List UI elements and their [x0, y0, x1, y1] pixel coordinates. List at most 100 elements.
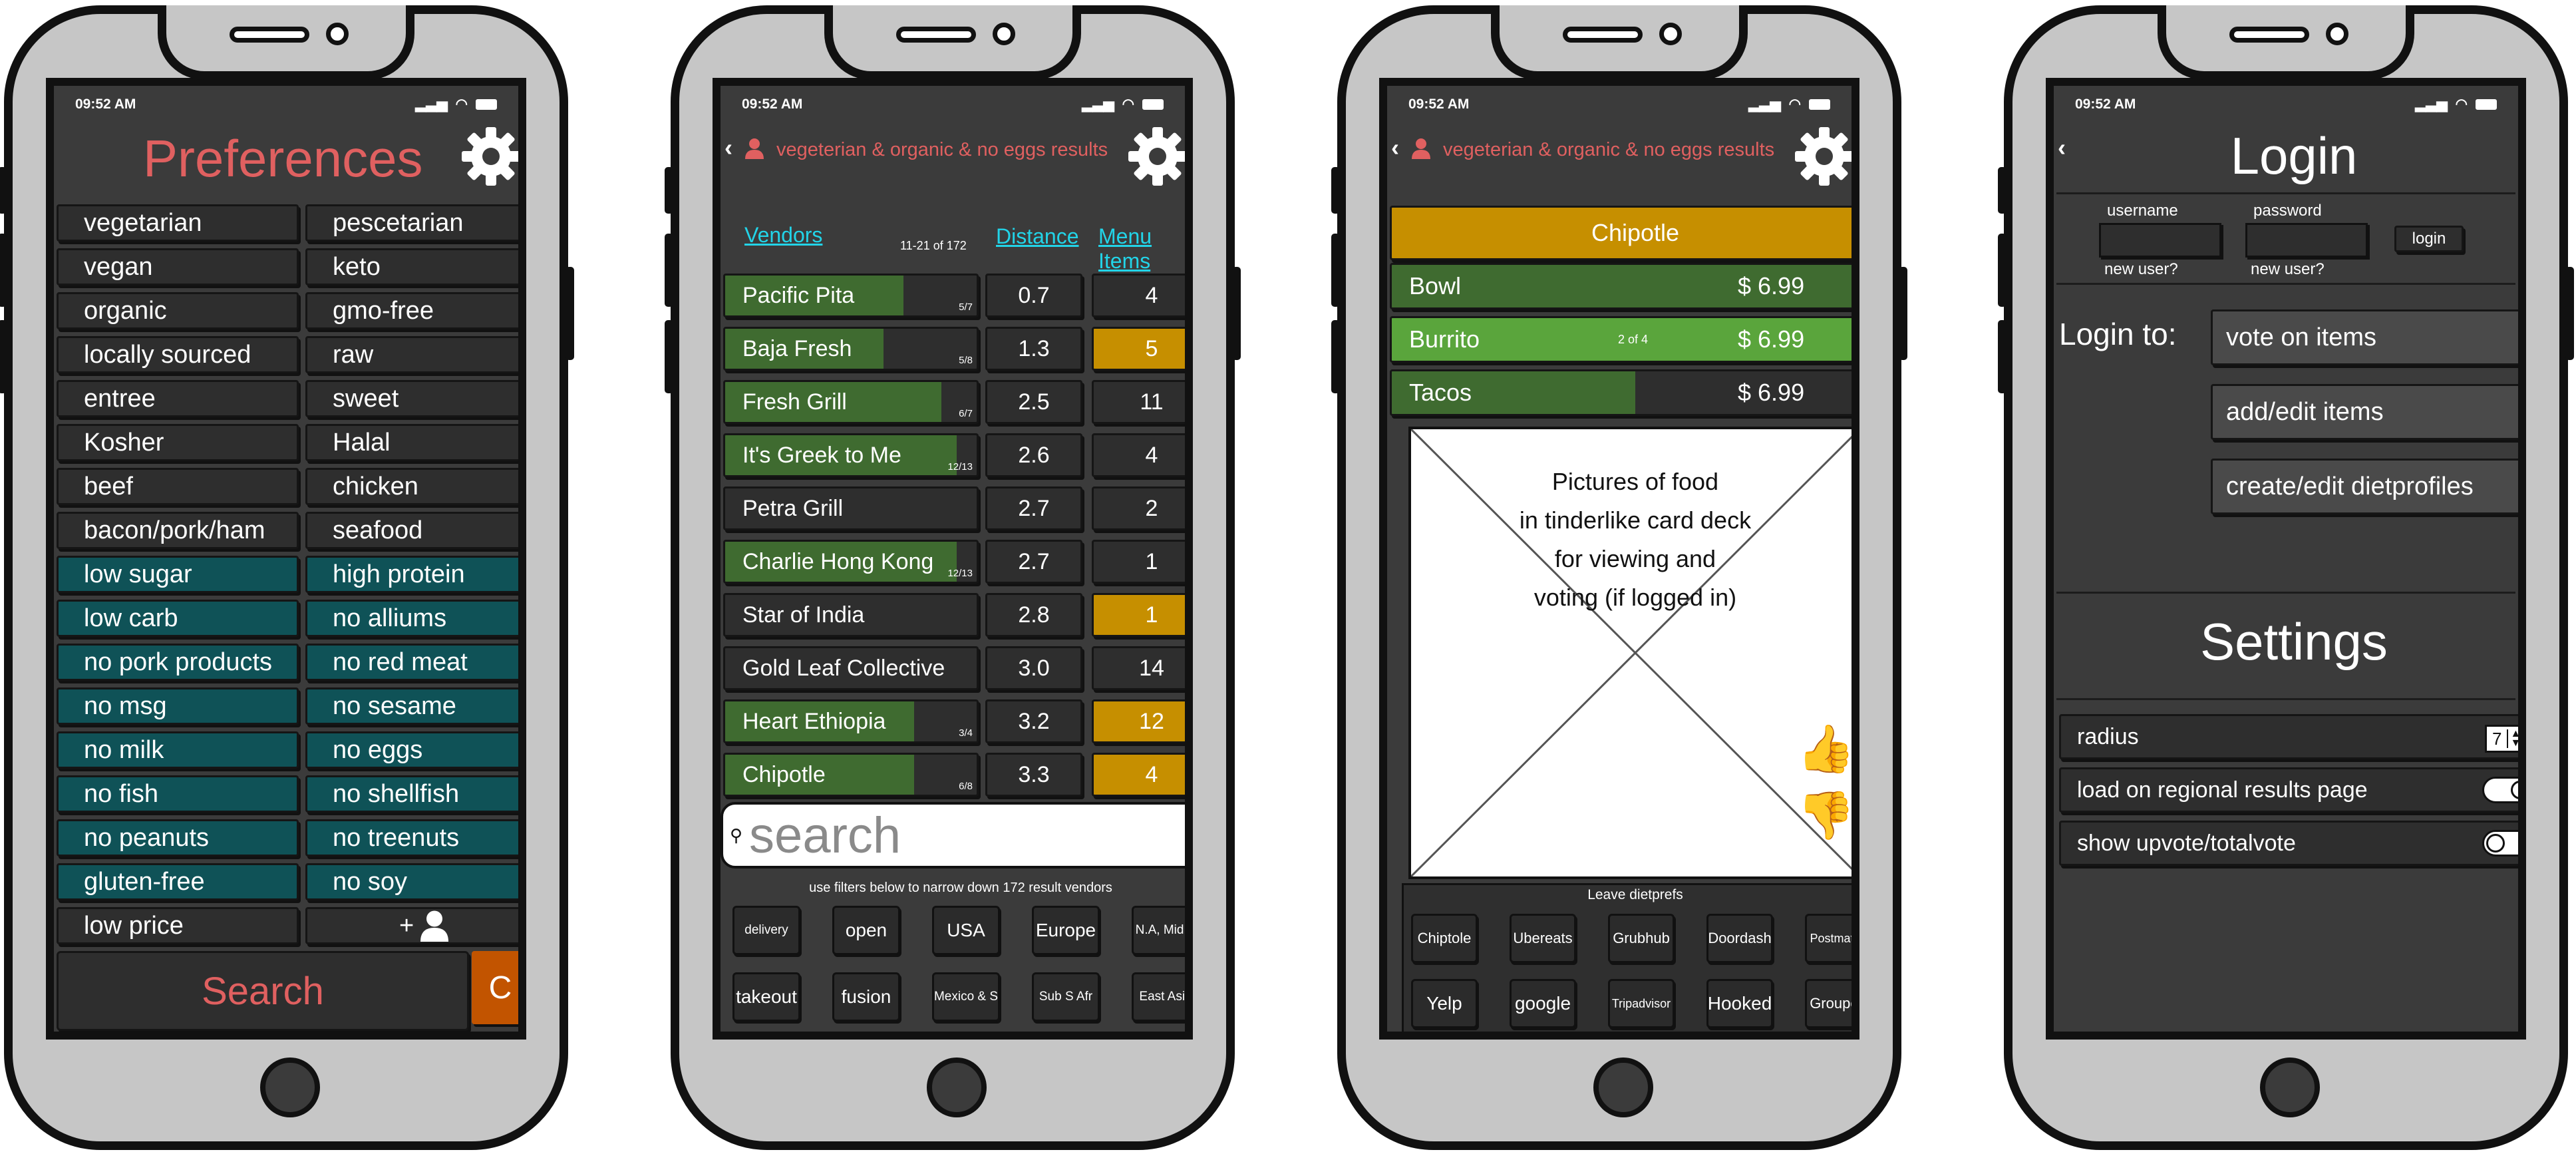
vendor-row[interactable]: Heart Ethiopia 3/4	[723, 699, 979, 743]
food-card[interactable]: Pictures of food in tinderlike card deck f…	[1408, 427, 1852, 879]
preference-toggle[interactable]: no shellfish	[305, 775, 518, 813]
menu-count-cell[interactable]: 2	[1092, 486, 1185, 530]
menu-count-cell[interactable]: 1	[1092, 593, 1185, 637]
password-field[interactable]	[2245, 223, 2368, 258]
menu-item-row[interactable]: Tacos $ 6.99	[1390, 369, 1852, 416]
preference-toggle[interactable]: keto	[305, 248, 518, 286]
filter-button[interactable]: open	[832, 906, 900, 955]
preference-toggle[interactable]: no milk	[57, 731, 299, 769]
service-button[interactable]: google	[1510, 979, 1576, 1028]
menu-item-row[interactable]: Burrito 2 of 4 $ 6.99	[1390, 316, 1852, 363]
service-button[interactable]: Chiptole	[1411, 914, 1478, 963]
login-button[interactable]: login	[2394, 226, 2464, 252]
new-user-link[interactable]: new user?	[2104, 260, 2178, 279]
preference-toggle[interactable]: gluten-free	[57, 863, 299, 900]
menu-item-row[interactable]: Bowl $ 6.99	[1390, 263, 1852, 309]
login-action-button[interactable]: add/edit items	[2211, 384, 2518, 440]
regional-toggle[interactable]	[2482, 777, 2518, 803]
preference-toggle[interactable]: entree	[57, 380, 299, 417]
preference-toggle[interactable]: low carb	[57, 600, 299, 637]
service-button[interactable]: Grubhub	[1608, 914, 1675, 963]
vendor-row[interactable]: Charlie Hong Kong 12/13	[723, 540, 979, 584]
home-button[interactable]	[1593, 1058, 1653, 1117]
filter-button[interactable]: Sub S Afr	[1032, 972, 1100, 1022]
menu-count-cell[interactable]: 4	[1092, 753, 1185, 797]
filter-button[interactable]: USA	[932, 906, 1000, 955]
filter-button[interactable]: Mexico & S	[932, 972, 1000, 1022]
service-button[interactable]: Tripadvisor	[1608, 979, 1675, 1028]
menu-count-cell[interactable]: 4	[1092, 433, 1185, 477]
home-button[interactable]	[260, 1058, 320, 1117]
home-button[interactable]	[927, 1058, 987, 1117]
menu-count-cell[interactable]: 4	[1092, 274, 1185, 317]
username-field[interactable]	[2099, 223, 2221, 258]
preference-toggle[interactable]: gmo-free	[305, 292, 518, 329]
preference-toggle[interactable]: beef	[57, 468, 299, 505]
search-button[interactable]: Search	[57, 951, 469, 1031]
service-button[interactable]: Ubereats	[1510, 914, 1576, 963]
filter-button[interactable]: East Asia	[1132, 972, 1185, 1022]
vendors-column-header[interactable]: Vendors	[744, 223, 822, 248]
menu-count-cell[interactable]: 11	[1092, 380, 1185, 424]
preference-toggle[interactable]: no sesame	[305, 687, 518, 725]
service-button[interactable]: Yelp	[1411, 979, 1478, 1028]
clear-button[interactable]: C	[472, 951, 518, 1024]
preference-toggle[interactable]: Kosher	[57, 424, 299, 461]
preference-toggle[interactable]: no red meat	[305, 644, 518, 681]
menu-count-cell[interactable]: 5	[1092, 327, 1185, 371]
preference-toggle[interactable]: low price	[57, 907, 299, 944]
service-button[interactable]: Groupon	[1805, 979, 1852, 1028]
filter-button[interactable]: Europe	[1032, 906, 1100, 955]
gear-icon[interactable]	[458, 123, 524, 190]
new-user-link-2[interactable]: new user?	[2251, 260, 2325, 279]
vendor-row[interactable]: Pacific Pita 5/7	[723, 274, 979, 317]
radius-stepper[interactable]: 7 ▲ ▼	[2485, 725, 2518, 753]
vendor-row[interactable]: Baja Fresh 5/8	[723, 327, 979, 371]
vendor-row[interactable]: Gold Leaf Collective	[723, 646, 979, 690]
back-icon[interactable]: ‹	[1391, 134, 1399, 162]
preference-toggle[interactable]: seafood	[305, 512, 518, 549]
home-button[interactable]	[2260, 1058, 2320, 1117]
back-icon[interactable]: ‹	[724, 134, 732, 162]
vendor-row[interactable]: Petra Grill	[723, 486, 979, 530]
menu-count-cell[interactable]: 1	[1092, 540, 1185, 584]
filter-button[interactable]: delivery	[732, 906, 800, 955]
preference-toggle[interactable]: vegetarian	[57, 204, 299, 242]
preference-toggle[interactable]: no fish	[57, 775, 299, 813]
preference-toggle[interactable]: no msg	[57, 687, 299, 725]
vendor-row[interactable]: Star of India	[723, 593, 979, 637]
preference-toggle[interactable]: raw	[305, 336, 518, 373]
filter-button[interactable]: N.A, Mid E	[1132, 906, 1185, 955]
filter-button[interactable]: fusion	[832, 972, 900, 1022]
preference-toggle[interactable]: no alliums	[305, 600, 518, 637]
preference-toggle[interactable]: bacon/pork/ham	[57, 512, 299, 549]
thumbs-down-icon[interactable]: 👎	[1797, 789, 1852, 843]
preference-toggle[interactable]: vegan	[57, 248, 299, 286]
service-button[interactable]: Doordash	[1706, 914, 1773, 963]
preference-toggle[interactable]: no peanuts	[57, 819, 299, 857]
upvote-toggle[interactable]	[2482, 830, 2518, 857]
preference-toggle[interactable]: Halal	[305, 424, 518, 461]
service-button[interactable]: Postmates	[1805, 914, 1852, 963]
filter-button[interactable]: takeout	[732, 972, 800, 1022]
preference-toggle[interactable]: pescetarian	[305, 204, 518, 242]
preference-toggle[interactable]: low sugar	[57, 556, 299, 593]
login-action-button[interactable]: create/edit dietprofiles	[2211, 459, 2518, 514]
preference-toggle[interactable]: no eggs	[305, 731, 518, 769]
add-profile-button[interactable]: +	[305, 907, 518, 944]
preference-toggle[interactable]: no soy	[305, 863, 518, 900]
menu-column-header[interactable]: Menu Items	[1098, 224, 1185, 274]
vendor-row[interactable]: Chipotle 6/8	[723, 753, 979, 797]
preference-toggle[interactable]: no treenuts	[305, 819, 518, 857]
distance-column-header[interactable]: Distance	[996, 224, 1079, 249]
thumbs-up-icon[interactable]: 👍	[1797, 722, 1852, 777]
vendor-row[interactable]: It's Greek to Me 12/13	[723, 433, 979, 477]
gear-icon[interactable]	[1791, 123, 1857, 190]
vendor-row[interactable]: Fresh Grill 6/7	[723, 380, 979, 424]
search-input[interactable]: ⚲ search	[721, 802, 1185, 868]
service-button[interactable]: Hooked	[1706, 979, 1773, 1028]
menu-count-cell[interactable]: 12	[1092, 699, 1185, 743]
gear-icon[interactable]	[1124, 123, 1191, 190]
stepper-arrows-icon[interactable]: ▲ ▼	[2507, 729, 2518, 749]
preference-toggle[interactable]: organic	[57, 292, 299, 329]
